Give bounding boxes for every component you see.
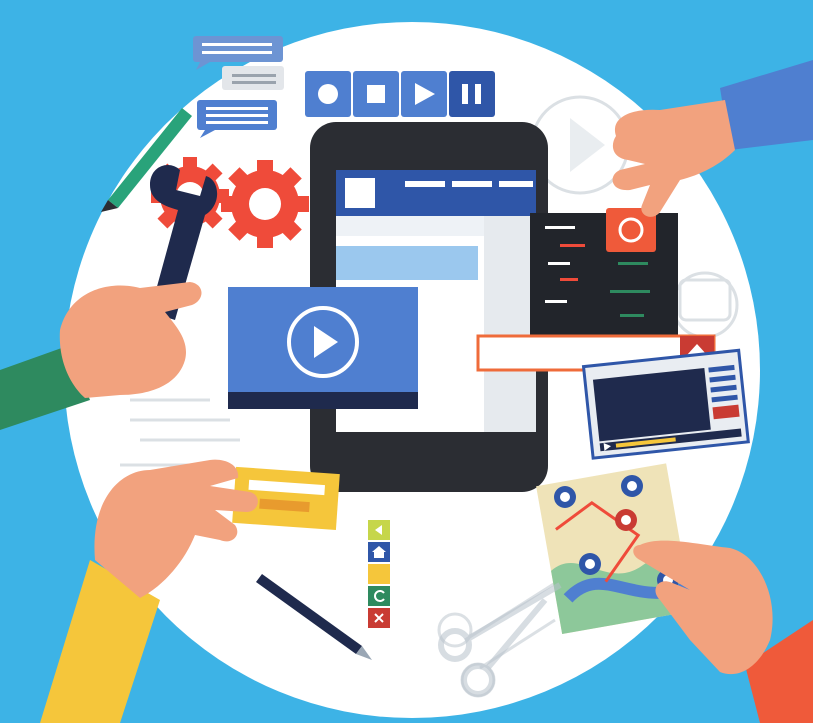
nav-link[interactable] xyxy=(405,181,445,187)
stop-icon xyxy=(367,85,385,103)
media-window xyxy=(581,348,750,460)
illustration-svg xyxy=(0,22,813,723)
nav-link[interactable] xyxy=(499,181,533,187)
chat-bubbles xyxy=(193,36,284,138)
content-banner xyxy=(336,246,478,280)
menu-button[interactable] xyxy=(368,564,390,584)
refresh-button[interactable] xyxy=(368,586,390,606)
nav-link[interactable] xyxy=(452,181,492,187)
pause-icon xyxy=(462,84,468,104)
bottom-right-hand xyxy=(633,540,813,723)
illustration xyxy=(0,0,813,723)
pause-button[interactable] xyxy=(449,71,495,117)
video-player[interactable] xyxy=(228,287,418,409)
screen-sidebar xyxy=(484,216,536,432)
screen-logo xyxy=(345,178,375,208)
vertical-toolbar xyxy=(368,520,390,628)
record-icon xyxy=(318,84,338,104)
